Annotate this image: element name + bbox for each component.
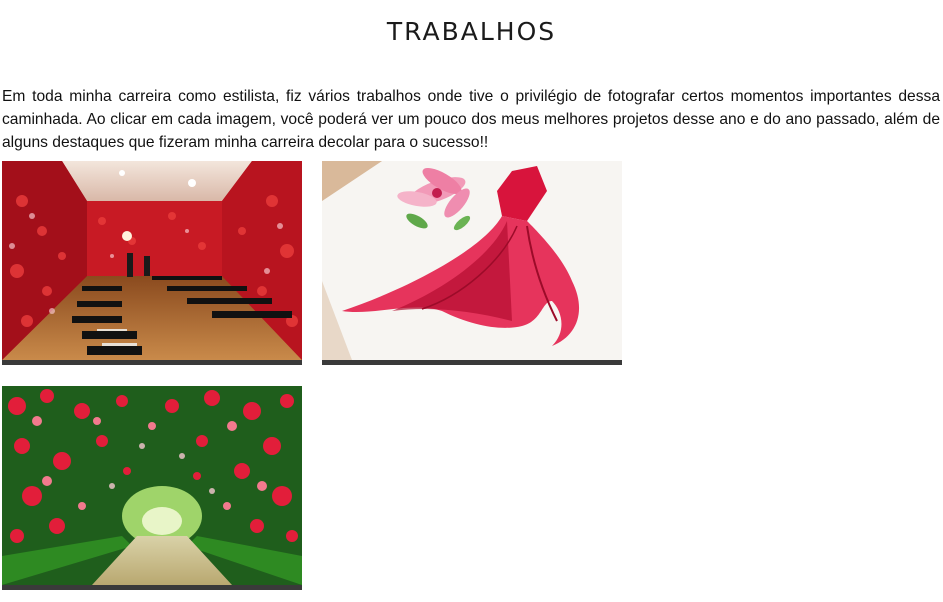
intro-paragraph: Em toda minha carreira como estilista, f… [2, 88, 940, 151]
gallery-item-dress-sketch[interactable] [322, 161, 622, 365]
flower-wall-runway-photo [2, 161, 302, 360]
page-title: TRABALHOS [386, 17, 557, 46]
gallery-item-bar [2, 585, 302, 590]
gallery-item-bar [2, 360, 302, 365]
gallery-item-flower-runway[interactable] [2, 161, 302, 365]
gallery-item-bar [322, 360, 622, 365]
gallery-item-rose-garden[interactable] [2, 386, 302, 590]
red-dress-sketch-photo [322, 161, 622, 360]
rose-garden-tunnel-photo [2, 386, 302, 585]
